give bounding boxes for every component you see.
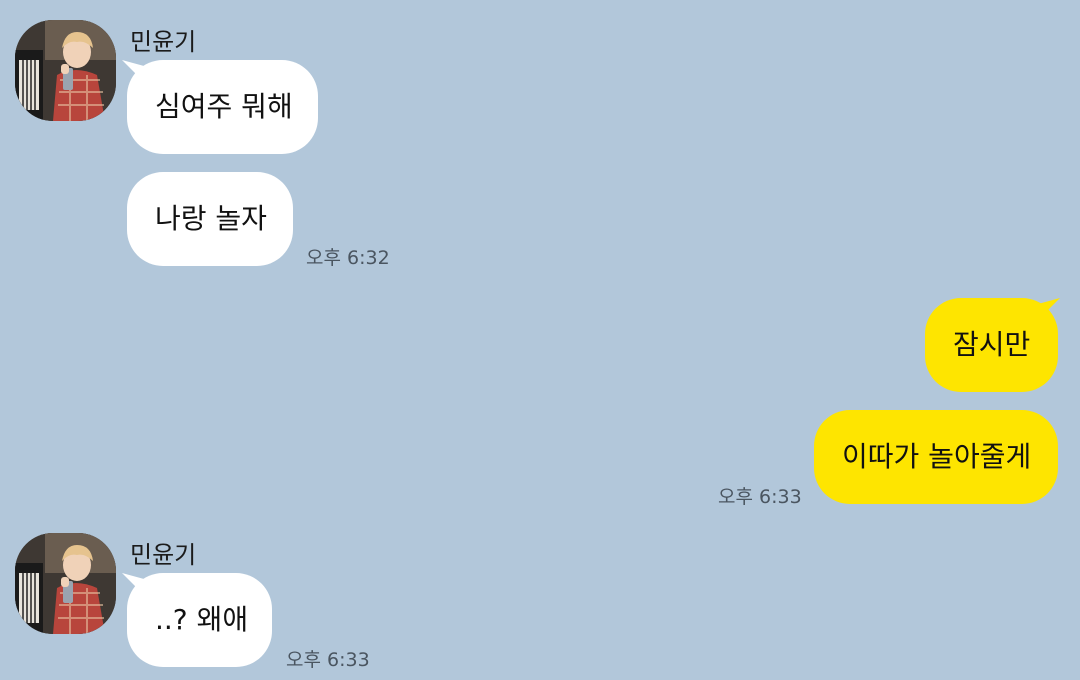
avatar[interactable] <box>15 20 116 121</box>
message-bubble[interactable]: 심여주 뭐해 <box>127 60 318 154</box>
avatar[interactable] <box>15 533 116 634</box>
message-bubble[interactable]: ..? 왜애 <box>127 573 272 667</box>
message-bubble[interactable]: 잠시만 <box>925 298 1058 392</box>
sender-name: 민윤기 <box>130 28 197 56</box>
profile-photo-icon <box>15 20 116 121</box>
message-time: 오후 6:33 <box>286 649 370 671</box>
message-bubble[interactable]: 나랑 놀자 <box>127 172 293 266</box>
sender-name: 민윤기 <box>130 541 197 569</box>
message-time: 오후 6:32 <box>306 247 390 269</box>
message-bubble[interactable]: 이따가 놀아줄게 <box>814 410 1058 504</box>
message-time: 오후 6:33 <box>718 486 802 508</box>
profile-photo-icon <box>15 533 116 634</box>
